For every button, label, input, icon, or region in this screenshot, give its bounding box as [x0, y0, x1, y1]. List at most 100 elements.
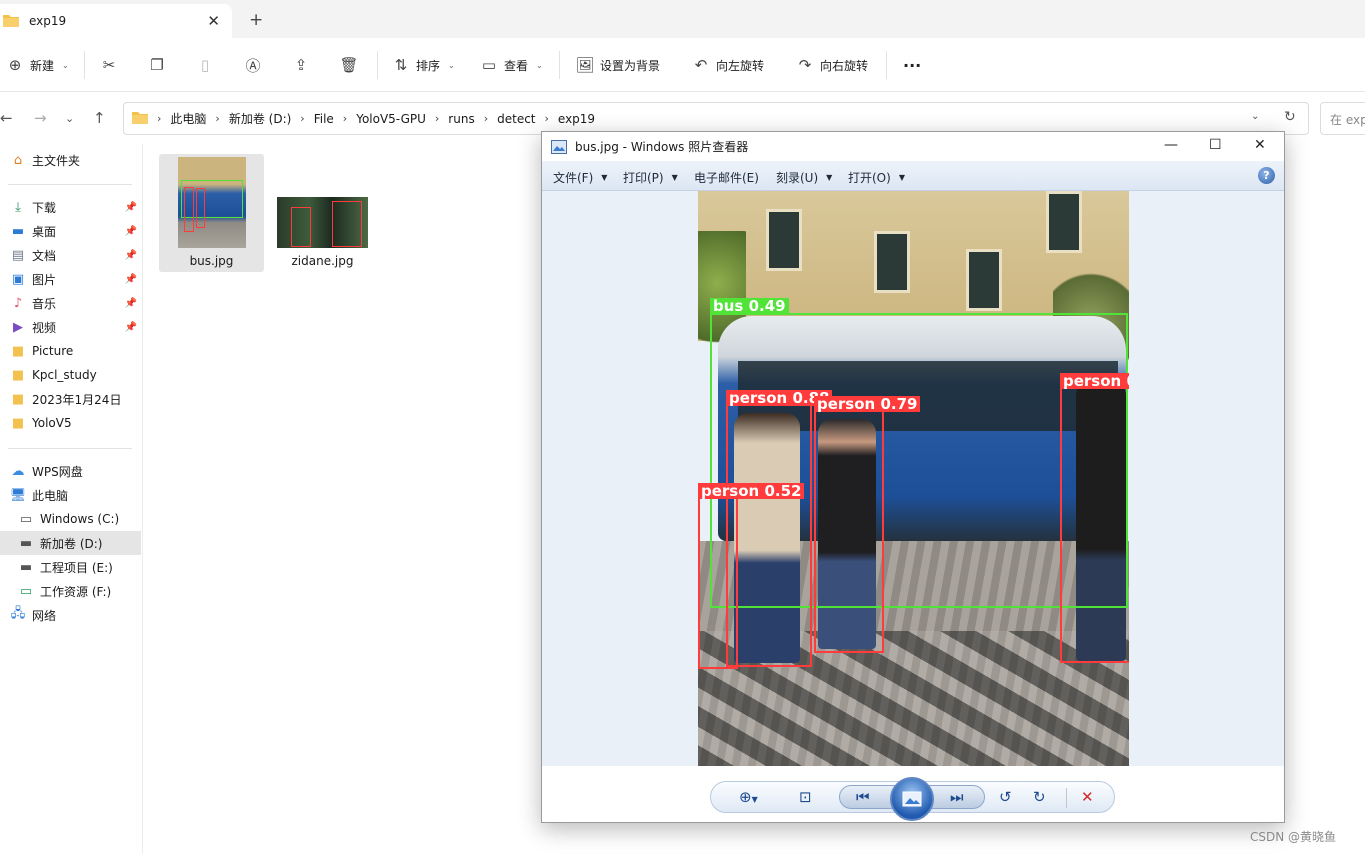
- breadcrumb-item[interactable]: detect: [497, 112, 535, 126]
- view-button[interactable]: ▭ 查看 ⌄: [480, 54, 543, 76]
- set-background-button[interactable]: 🖼 设置为背景: [575, 54, 660, 76]
- pin-icon[interactable]: 📌: [125, 274, 137, 285]
- menu-print[interactable]: 打印(P) ▼: [623, 169, 678, 186]
- actual-size-icon[interactable]: ⊡: [799, 788, 812, 806]
- paste-button[interactable]: ▯: [196, 54, 214, 76]
- cut-button[interactable]: ✂: [100, 54, 118, 76]
- sort-label: 排序: [416, 58, 441, 73]
- breadcrumb-item[interactable]: 新加卷 (D:): [229, 110, 291, 127]
- search-placeholder: 在 exp: [1330, 113, 1365, 127]
- breadcrumb-item[interactable]: runs: [448, 112, 474, 126]
- sidebar-item-picture-folder[interactable]: ■ Picture: [0, 339, 141, 363]
- network-drive-icon: ▭: [19, 583, 33, 599]
- rotate-right-button[interactable]: ↷ 向右旋转: [796, 54, 868, 76]
- help-label: ?: [1263, 169, 1270, 182]
- sidebar-item-drive-f[interactable]: ▭ 工作资源 (F:): [0, 579, 141, 603]
- rotate-left-icon[interactable]: ↺: [999, 788, 1012, 806]
- sidebar-item-drive-e[interactable]: ▬ 工程项目 (E:): [0, 555, 141, 579]
- maximize-icon[interactable]: ☐: [1209, 137, 1222, 153]
- divider: [1066, 788, 1067, 808]
- sidebar-item-label: Windows (C:): [40, 512, 120, 526]
- sidebar-item-drive-d[interactable]: ▬ 新加卷 (D:): [0, 531, 141, 555]
- previous-icon[interactable]: ⏮: [856, 788, 870, 806]
- menu-file[interactable]: 文件(F) ▼: [553, 169, 607, 186]
- back-arrow-icon[interactable]: ←: [0, 109, 13, 127]
- sidebar-item-label: 图片: [32, 272, 57, 287]
- breadcrumb-item[interactable]: File: [314, 112, 334, 126]
- refresh-icon[interactable]: ↻: [1284, 109, 1296, 125]
- sidebar-item-yolov5[interactable]: ■ YoloV5: [0, 411, 141, 435]
- close-icon[interactable]: ✕: [1254, 137, 1266, 153]
- pin-icon[interactable]: 📌: [125, 226, 137, 237]
- detection-photo: bus 0.49 person 0.88 person 0.79 person …: [698, 191, 1129, 766]
- new-label: 新建: [30, 58, 55, 73]
- help-icon[interactable]: ?: [1258, 167, 1275, 184]
- add-tab-icon[interactable]: +: [249, 10, 263, 30]
- sidebar-item-label: 音乐: [32, 296, 57, 311]
- chevron-down-icon[interactable]: ⌄: [1251, 111, 1259, 122]
- sidebar-item-home[interactable]: ⌂ 主文件夹: [0, 148, 141, 172]
- sidebar-item-desktop[interactable]: ▬ 桌面 📌: [0, 219, 141, 243]
- sidebar-item-network[interactable]: 🖧 网络: [0, 603, 141, 627]
- folder-icon: ■: [11, 343, 25, 359]
- sidebar-item-downloads[interactable]: ⤓ 下载 📌: [0, 195, 141, 219]
- sidebar-item-label: 2023年1月24日: [32, 392, 122, 407]
- music-icon: ♪: [13, 295, 23, 311]
- file-item[interactable]: zidane.jpg: [270, 154, 375, 272]
- minimize-icon[interactable]: —: [1164, 137, 1178, 153]
- breadcrumb-item[interactable]: 此电脑: [170, 110, 206, 127]
- pin-icon[interactable]: 📌: [125, 250, 137, 261]
- sidebar-item-documents[interactable]: ▤ 文档 📌: [0, 243, 141, 267]
- dropdown-arrow-icon: ▼: [671, 173, 678, 182]
- folder-icon: [132, 110, 148, 127]
- menu-burn[interactable]: 刻录(U) ▼: [776, 169, 832, 186]
- viewer-titlebar: bus.jpg - Windows 照片查看器 — ☐ ✕: [542, 132, 1284, 161]
- next-icon[interactable]: ⏭: [950, 788, 964, 806]
- copy-button[interactable]: ❐: [148, 54, 166, 76]
- zoom-icon[interactable]: ⊕▼: [739, 788, 758, 806]
- menu-open[interactable]: 打开(O) ▼: [848, 169, 905, 186]
- document-icon: ▤: [11, 247, 25, 263]
- sidebar-item-music[interactable]: ♪ 音乐 📌: [0, 291, 141, 315]
- divider: [8, 448, 132, 449]
- sidebar-item-pictures[interactable]: ▣ 图片 📌: [0, 267, 141, 291]
- sidebar-item-wps[interactable]: ☁ WPS网盘: [0, 459, 141, 483]
- detection-label: person 0.52: [698, 483, 805, 499]
- rotate-right-icon[interactable]: ↻: [1033, 788, 1046, 806]
- search-input[interactable]: 在 exp: [1320, 102, 1365, 135]
- sidebar-item-kpcl-study[interactable]: ■ Kpcl_study: [0, 363, 141, 387]
- delete-button[interactable]: 🗑: [339, 54, 358, 76]
- sidebar-item-videos[interactable]: ▶ 视频 📌: [0, 315, 141, 339]
- up-arrow-icon[interactable]: ↑: [93, 109, 106, 127]
- folder-icon: ■: [11, 367, 25, 383]
- new-button[interactable]: ⊕ 新建 ⌄: [6, 54, 69, 76]
- menu-email[interactable]: 电子邮件(E): [694, 169, 759, 186]
- building-window: [966, 249, 1002, 311]
- recent-chevron-icon[interactable]: ⌄: [65, 112, 74, 125]
- rotate-left-button[interactable]: ↶ 向左旋转: [692, 54, 764, 76]
- file-item[interactable]: bus.jpg: [159, 154, 264, 272]
- sidebar-item-date-folder[interactable]: ■ 2023年1月24日: [0, 387, 141, 411]
- menu-label: 打开(O): [848, 171, 891, 185]
- sidebar-item-drive-c[interactable]: ▭ Windows (C:): [0, 507, 141, 531]
- command-bar: ⊕ 新建 ⌄ ✂ ❐ ▯ Ⓐ ⇪ 🗑 ⇅ 排序 ⌄ ▭ 查看 ⌄ 🖼 设置为背景…: [0, 38, 1365, 92]
- more-button[interactable]: ···: [903, 54, 921, 76]
- forward-arrow-icon[interactable]: →: [34, 109, 47, 127]
- pin-icon[interactable]: 📌: [125, 322, 137, 333]
- tab-exp19[interactable]: exp19 ✕: [0, 4, 232, 38]
- pin-icon[interactable]: 📌: [125, 202, 137, 213]
- close-icon[interactable]: ✕: [207, 12, 220, 30]
- slideshow-button[interactable]: [890, 777, 934, 821]
- sidebar-item-this-pc[interactable]: 🖥 此电脑: [0, 483, 141, 507]
- network-icon: 🖧: [10, 606, 26, 621]
- breadcrumb-item[interactable]: exp19: [558, 112, 595, 126]
- file-name: zidane.jpg: [291, 254, 354, 268]
- share-button[interactable]: ⇪: [292, 54, 310, 76]
- pin-icon[interactable]: 📌: [125, 298, 137, 309]
- rename-button[interactable]: Ⓐ: [244, 54, 262, 76]
- chevron-right-icon: ›: [544, 112, 549, 125]
- delete-icon[interactable]: ✕: [1081, 788, 1094, 806]
- sort-button[interactable]: ⇅ 排序 ⌄: [392, 54, 455, 76]
- viewer-controls: ⊕▼ ⊡ ⏮ ⏭ ↺ ↻ ✕: [542, 766, 1284, 822]
- breadcrumb-item[interactable]: YoloV5-GPU: [356, 112, 426, 126]
